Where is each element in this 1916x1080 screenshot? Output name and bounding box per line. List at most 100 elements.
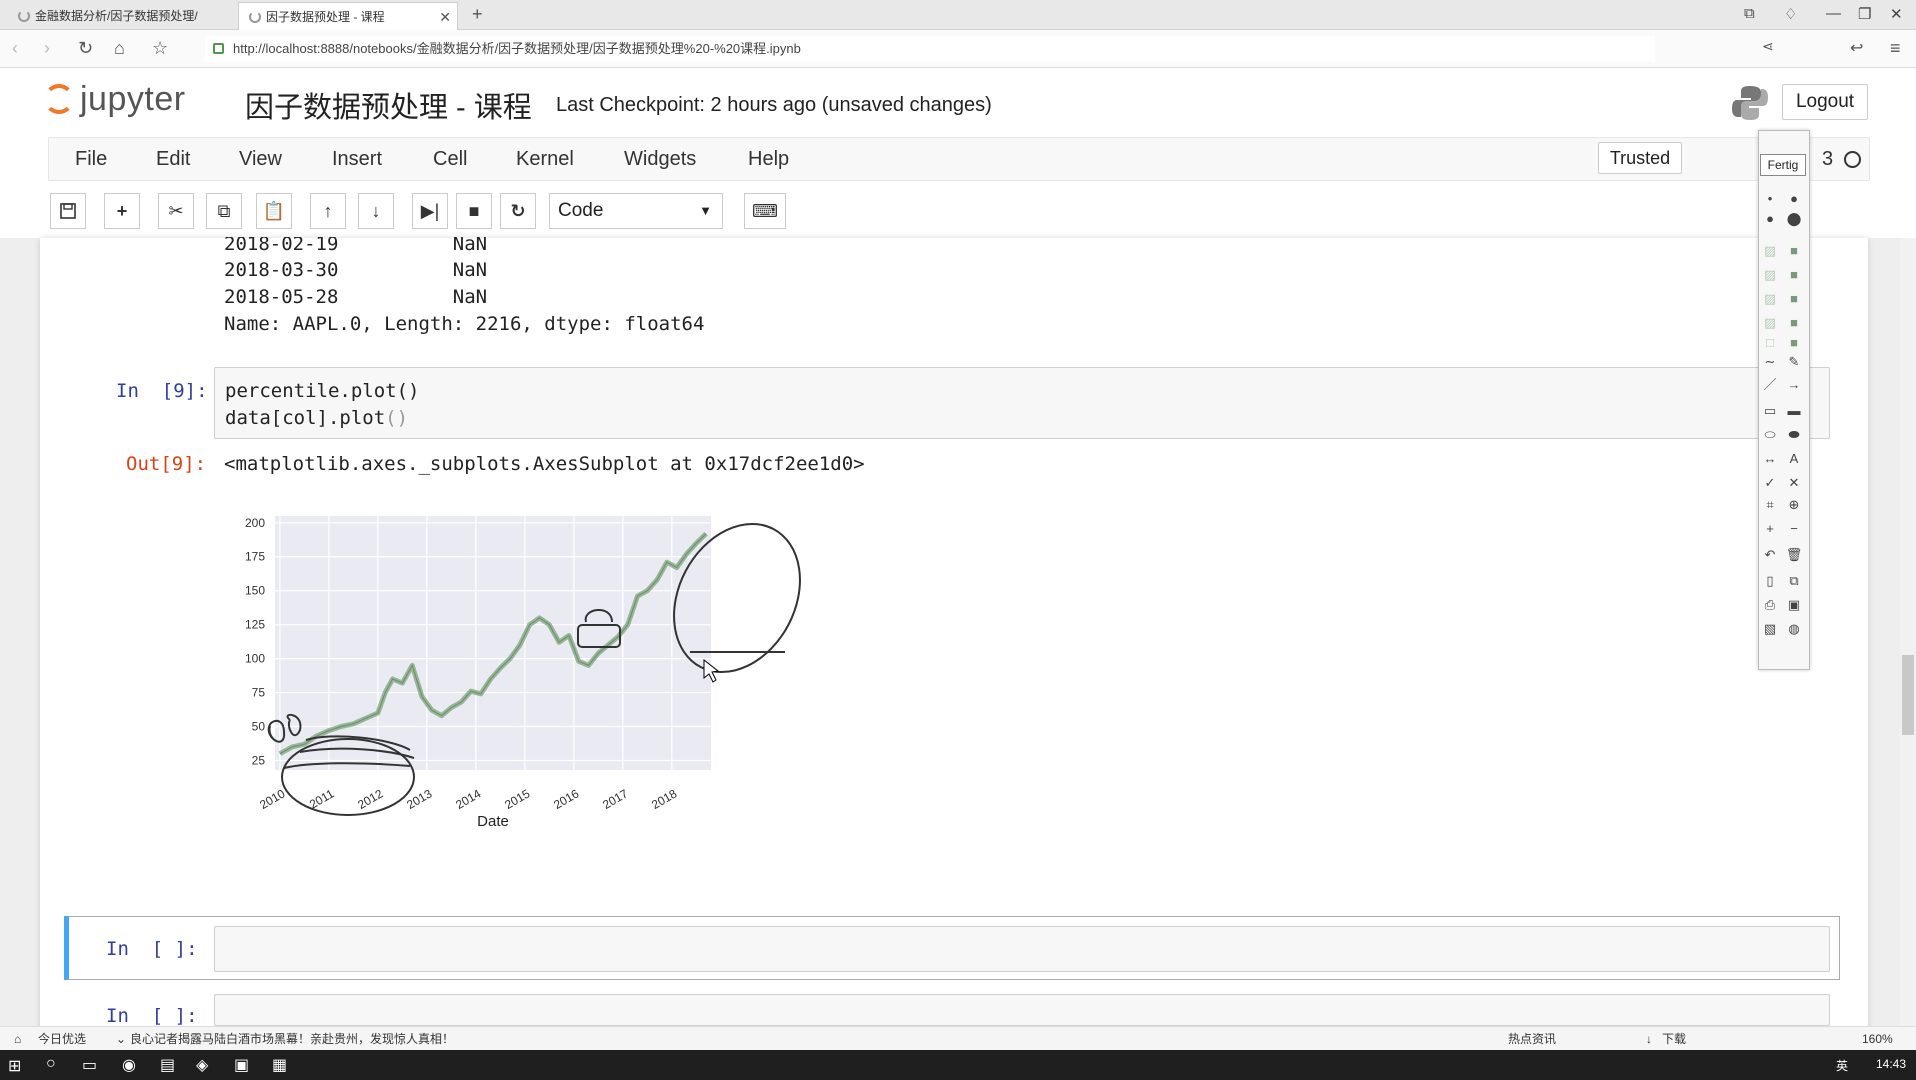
- cut-button[interactable]: ✂: [158, 193, 194, 229]
- menu-edit[interactable]: Edit: [156, 148, 190, 171]
- menu-view[interactable]: View: [239, 148, 282, 171]
- browser-app-icon[interactable]: ◉: [122, 1055, 136, 1075]
- restart-button[interactable]: ↻: [500, 193, 536, 229]
- color-swatch-icon[interactable]: ▨: [1761, 266, 1779, 284]
- color-swatch-icon[interactable]: □: [1761, 334, 1779, 352]
- dot-small-icon[interactable]: •: [1761, 190, 1779, 208]
- color-swatch-icon[interactable]: ■: [1785, 314, 1803, 332]
- color-swatch-icon[interactable]: ■: [1785, 334, 1803, 352]
- check-icon[interactable]: ✓: [1761, 474, 1779, 492]
- dot-large-icon[interactable]: ⬤: [1785, 210, 1803, 228]
- color-swatch-icon[interactable]: ■: [1785, 290, 1803, 308]
- save-button[interactable]: [50, 193, 86, 229]
- freehand-icon[interactable]: ∼: [1761, 353, 1779, 371]
- code-input[interactable]: [214, 926, 1830, 972]
- shirt-icon[interactable]: ♢: [1784, 5, 1797, 23]
- command-palette-button[interactable]: ⌨: [744, 193, 786, 229]
- code-input[interactable]: [214, 994, 1830, 1026]
- menu-help[interactable]: Help: [748, 148, 789, 171]
- color-swatch-icon[interactable]: ■: [1785, 242, 1803, 260]
- interrupt-button[interactable]: ■: [456, 193, 492, 229]
- close-window-icon[interactable]: ✕: [1890, 5, 1903, 23]
- app-icon[interactable]: ◈: [196, 1055, 208, 1075]
- menu-widgets[interactable]: Widgets: [624, 148, 696, 171]
- palette-done-button[interactable]: Fertig: [1760, 154, 1806, 176]
- browser-tab-2[interactable]: 因子数据预处理 - 课程 ✕: [238, 2, 458, 30]
- url-field[interactable]: http://localhost:8888/notebooks/金融数据分析/因…: [205, 36, 1655, 62]
- new-page-icon[interactable]: ▯: [1761, 572, 1779, 590]
- menu-insert[interactable]: Insert: [332, 148, 382, 171]
- notebook-title[interactable]: 因子数据预处理 - 课程: [245, 84, 532, 126]
- copy-button[interactable]: ⧉: [206, 193, 242, 229]
- run-button[interactable]: ▶|: [412, 193, 448, 229]
- color-swatch-icon[interactable]: ▨: [1761, 242, 1779, 260]
- app-icon[interactable]: ▦: [272, 1055, 287, 1075]
- color-swatch-icon[interactable]: ▨: [1761, 314, 1779, 332]
- search-icon[interactable]: ○: [46, 1055, 56, 1073]
- windows-start-icon[interactable]: ⊞: [8, 1056, 21, 1076]
- jupyter-logo[interactable]: jupyter: [44, 80, 186, 119]
- move-up-button[interactable]: ↑: [310, 193, 346, 229]
- copy-icon[interactable]: ⧉: [1785, 572, 1803, 590]
- ime-indicator[interactable]: 英: [1836, 1057, 1848, 1074]
- vertical-scrollbar[interactable]: [1900, 238, 1916, 1050]
- cross-icon[interactable]: ✕: [1785, 474, 1803, 492]
- move-down-button[interactable]: ↓: [358, 193, 394, 229]
- menu-kernel[interactable]: Kernel: [516, 148, 574, 171]
- today-picks[interactable]: 今日优选: [38, 1027, 86, 1051]
- reload-icon[interactable]: ↻: [78, 38, 93, 59]
- color-swatch-icon[interactable]: ▨: [1761, 290, 1779, 308]
- insert-cell-button[interactable]: +: [104, 193, 140, 229]
- line-icon[interactable]: ／: [1761, 376, 1779, 394]
- code-input[interactable]: [214, 367, 1830, 439]
- globe-icon[interactable]: ◍: [1785, 620, 1803, 638]
- hot-news[interactable]: 热点资讯: [1508, 1027, 1556, 1051]
- plus-icon[interactable]: +: [1761, 520, 1779, 538]
- logout-button[interactable]: Logout: [1782, 84, 1868, 120]
- ellipse-icon[interactable]: ⬭: [1761, 426, 1779, 444]
- scrollbar-thumb[interactable]: [1902, 655, 1914, 735]
- app-icon[interactable]: ▣: [234, 1055, 249, 1075]
- task-view-icon[interactable]: ▭: [82, 1055, 97, 1075]
- back-icon[interactable]: ‹: [12, 38, 18, 59]
- back-arrow-icon[interactable]: ↩: [1850, 38, 1863, 58]
- filled-ellipse-icon[interactable]: ⬬: [1785, 426, 1803, 444]
- arrow-icon[interactable]: →: [1785, 376, 1803, 394]
- share-icon[interactable]: ⋖: [1762, 38, 1774, 55]
- tab-count-icon[interactable]: ⧉: [1744, 5, 1755, 22]
- folder-app-icon[interactable]: ▤: [160, 1055, 175, 1075]
- dot-medium-icon[interactable]: ●: [1761, 210, 1779, 228]
- forward-icon[interactable]: ›: [44, 38, 50, 59]
- double-arrow-icon[interactable]: ↔: [1761, 450, 1779, 468]
- menu-cell[interactable]: Cell: [433, 148, 467, 171]
- crop-icon[interactable]: ⌗: [1761, 496, 1779, 514]
- pencil-icon[interactable]: ✎: [1785, 353, 1803, 371]
- new-tab-button[interactable]: +: [472, 4, 483, 25]
- minimize-icon[interactable]: —: [1826, 5, 1841, 22]
- zoom-icon[interactable]: ⊕: [1785, 496, 1803, 514]
- filled-rectangle-icon[interactable]: ▬: [1785, 402, 1803, 420]
- close-tab-icon[interactable]: ✕: [439, 3, 451, 30]
- text-tool-icon[interactable]: A: [1785, 450, 1803, 468]
- trash-icon[interactable]: 🗑: [1785, 546, 1803, 564]
- zoom-level[interactable]: 160%: [1862, 1027, 1893, 1051]
- menu-icon[interactable]: ≡: [1890, 38, 1901, 59]
- news-ticker[interactable]: 良心记者揭露马陆白酒市场黑幕！亲赴贵州，发现惊人真相！: [130, 1027, 454, 1051]
- print-icon[interactable]: ⎙: [1761, 596, 1779, 614]
- home-icon[interactable]: ⌂: [114, 38, 125, 59]
- rectangle-icon[interactable]: ▭: [1761, 402, 1779, 420]
- cell-type-select[interactable]: Code ▼: [549, 193, 723, 229]
- dot-small-icon[interactable]: ●: [1785, 190, 1803, 208]
- save-icon[interactable]: ▣: [1785, 596, 1803, 614]
- image-icon[interactable]: ▧: [1761, 620, 1779, 638]
- menu-file[interactable]: File: [75, 148, 107, 171]
- bookmark-star-icon[interactable]: ☆: [152, 38, 168, 59]
- restore-icon[interactable]: ❐: [1858, 5, 1871, 23]
- minus-icon[interactable]: −: [1785, 520, 1803, 538]
- undo-icon[interactable]: ↶: [1761, 546, 1779, 564]
- browser-tab-1[interactable]: 金融数据分析/因子数据预处理/: [8, 2, 233, 30]
- paste-button[interactable]: 📋: [256, 193, 292, 229]
- download-label[interactable]: 下载: [1662, 1027, 1686, 1051]
- trusted-indicator[interactable]: Trusted: [1598, 142, 1682, 174]
- color-swatch-icon[interactable]: ■: [1785, 266, 1803, 284]
